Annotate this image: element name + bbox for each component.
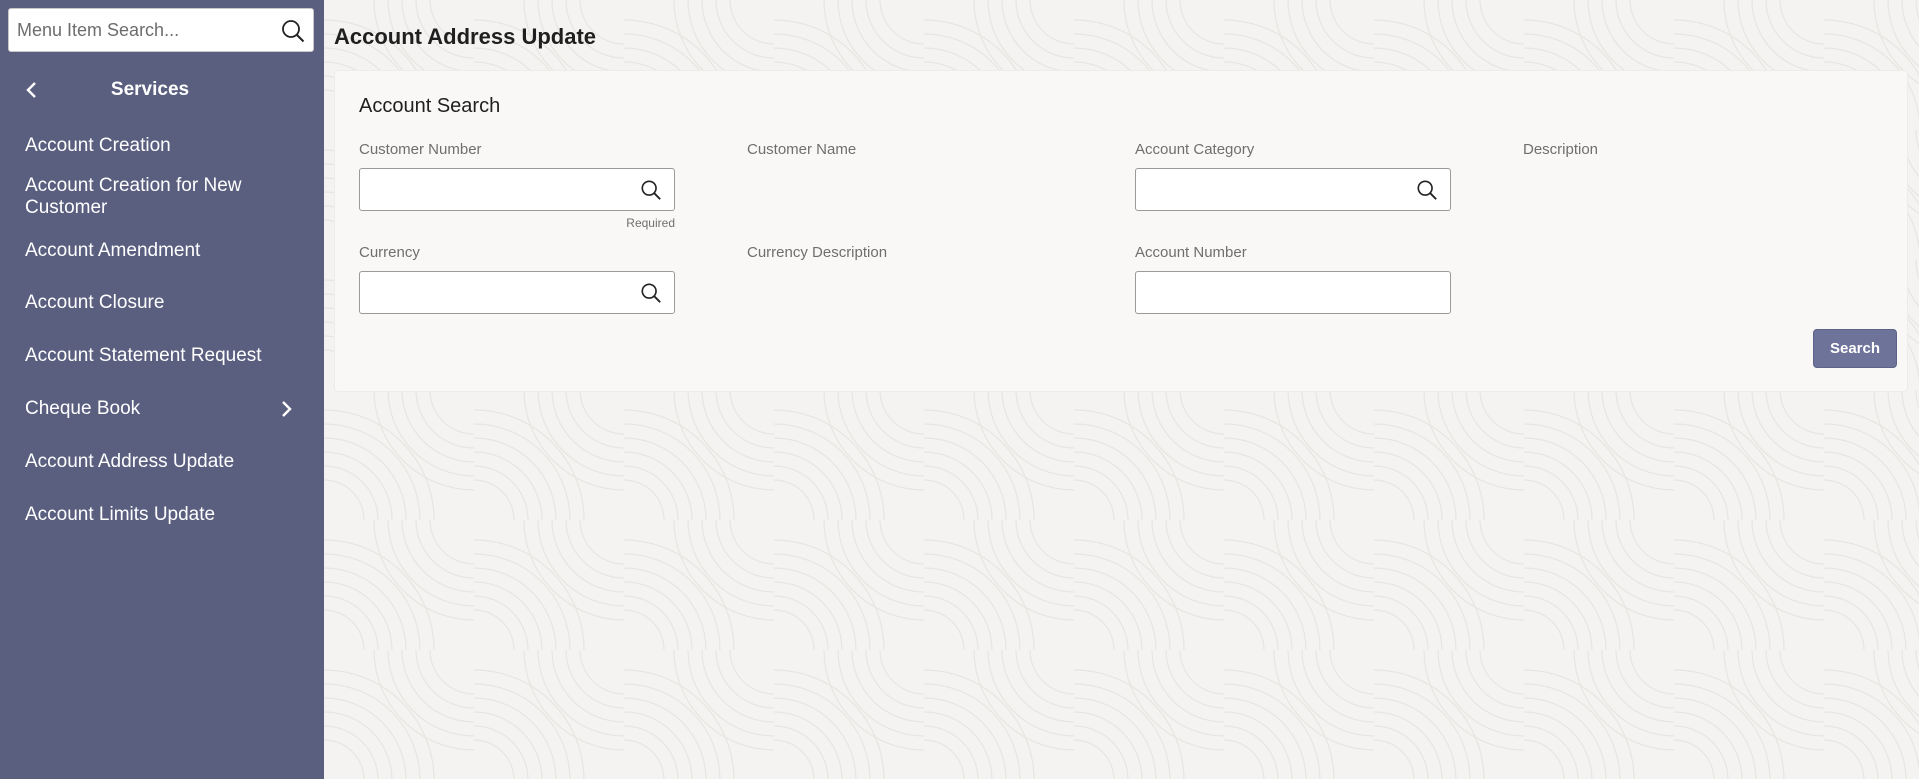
menu-item-account-closure[interactable]: Account Closure xyxy=(0,292,324,314)
customer-number-field[interactable] xyxy=(359,168,675,211)
currency-label: Currency xyxy=(359,244,420,261)
account-number-label: Account Number xyxy=(1135,244,1247,261)
menu-item-account-creation[interactable]: Account Creation xyxy=(0,135,324,157)
search-icon[interactable] xyxy=(640,282,662,304)
menu-search-input[interactable] xyxy=(9,9,269,51)
description-label: Description xyxy=(1523,141,1599,158)
page-title: Account Address Update xyxy=(334,24,597,49)
currency-description-label: Currency Description xyxy=(747,244,888,261)
required-hint: Required xyxy=(626,216,675,230)
search-icon[interactable] xyxy=(640,179,662,201)
menu-search-box[interactable] xyxy=(8,8,314,52)
services-menu: Account Creation Account Creation for Ne… xyxy=(0,124,324,526)
account-category-field[interactable] xyxy=(1135,168,1451,211)
menu-item-label: Account Creation xyxy=(25,135,171,156)
chevron-right-icon xyxy=(282,401,292,417)
menu-item-cheque-book[interactable]: Cheque Book xyxy=(0,398,324,420)
menu-item-label: Account Closure xyxy=(25,292,165,313)
services-header: Services xyxy=(0,74,324,106)
menu-item-label: Account Limits Update xyxy=(25,504,216,525)
menu-item-account-creation-new-customer[interactable]: Account Creation for New Customer xyxy=(0,175,324,219)
menu-item-account-amendment[interactable]: Account Amendment xyxy=(0,240,324,262)
main-content: Account Address Update Account Search Cu… xyxy=(324,0,1919,779)
search-icon[interactable] xyxy=(281,19,305,43)
panel-title: Account Search xyxy=(359,95,501,117)
menu-item-label: Account Creation for New Customer xyxy=(25,175,242,218)
services-title: Services xyxy=(110,79,190,100)
account-number-field[interactable] xyxy=(1135,271,1451,314)
menu-item-label: Account Statement Request xyxy=(25,345,262,366)
search-icon[interactable] xyxy=(1416,179,1438,201)
menu-item-account-statement-request[interactable]: Account Statement Request xyxy=(0,345,324,367)
currency-field[interactable] xyxy=(359,271,675,314)
account-number-input[interactable] xyxy=(1136,272,1436,313)
customer-number-input[interactable] xyxy=(360,169,630,210)
menu-item-account-address-update[interactable]: Account Address Update xyxy=(0,451,324,473)
customer-number-label: Customer Number xyxy=(359,141,482,158)
account-category-input[interactable] xyxy=(1136,169,1406,210)
menu-item-label: Account Amendment xyxy=(25,240,201,261)
menu-item-label: Account Address Update xyxy=(25,451,235,472)
menu-item-label: Cheque Book xyxy=(25,398,141,419)
search-button[interactable]: Search xyxy=(1813,329,1897,368)
menu-item-account-limits-update[interactable]: Account Limits Update xyxy=(0,504,324,526)
customer-name-label: Customer Name xyxy=(747,141,857,158)
currency-input[interactable] xyxy=(360,272,630,313)
account-search-panel: Account Search Customer Number Required … xyxy=(334,70,1908,392)
account-category-label: Account Category xyxy=(1135,141,1255,158)
sidebar: Services Account Creation Account Creati… xyxy=(0,0,324,779)
